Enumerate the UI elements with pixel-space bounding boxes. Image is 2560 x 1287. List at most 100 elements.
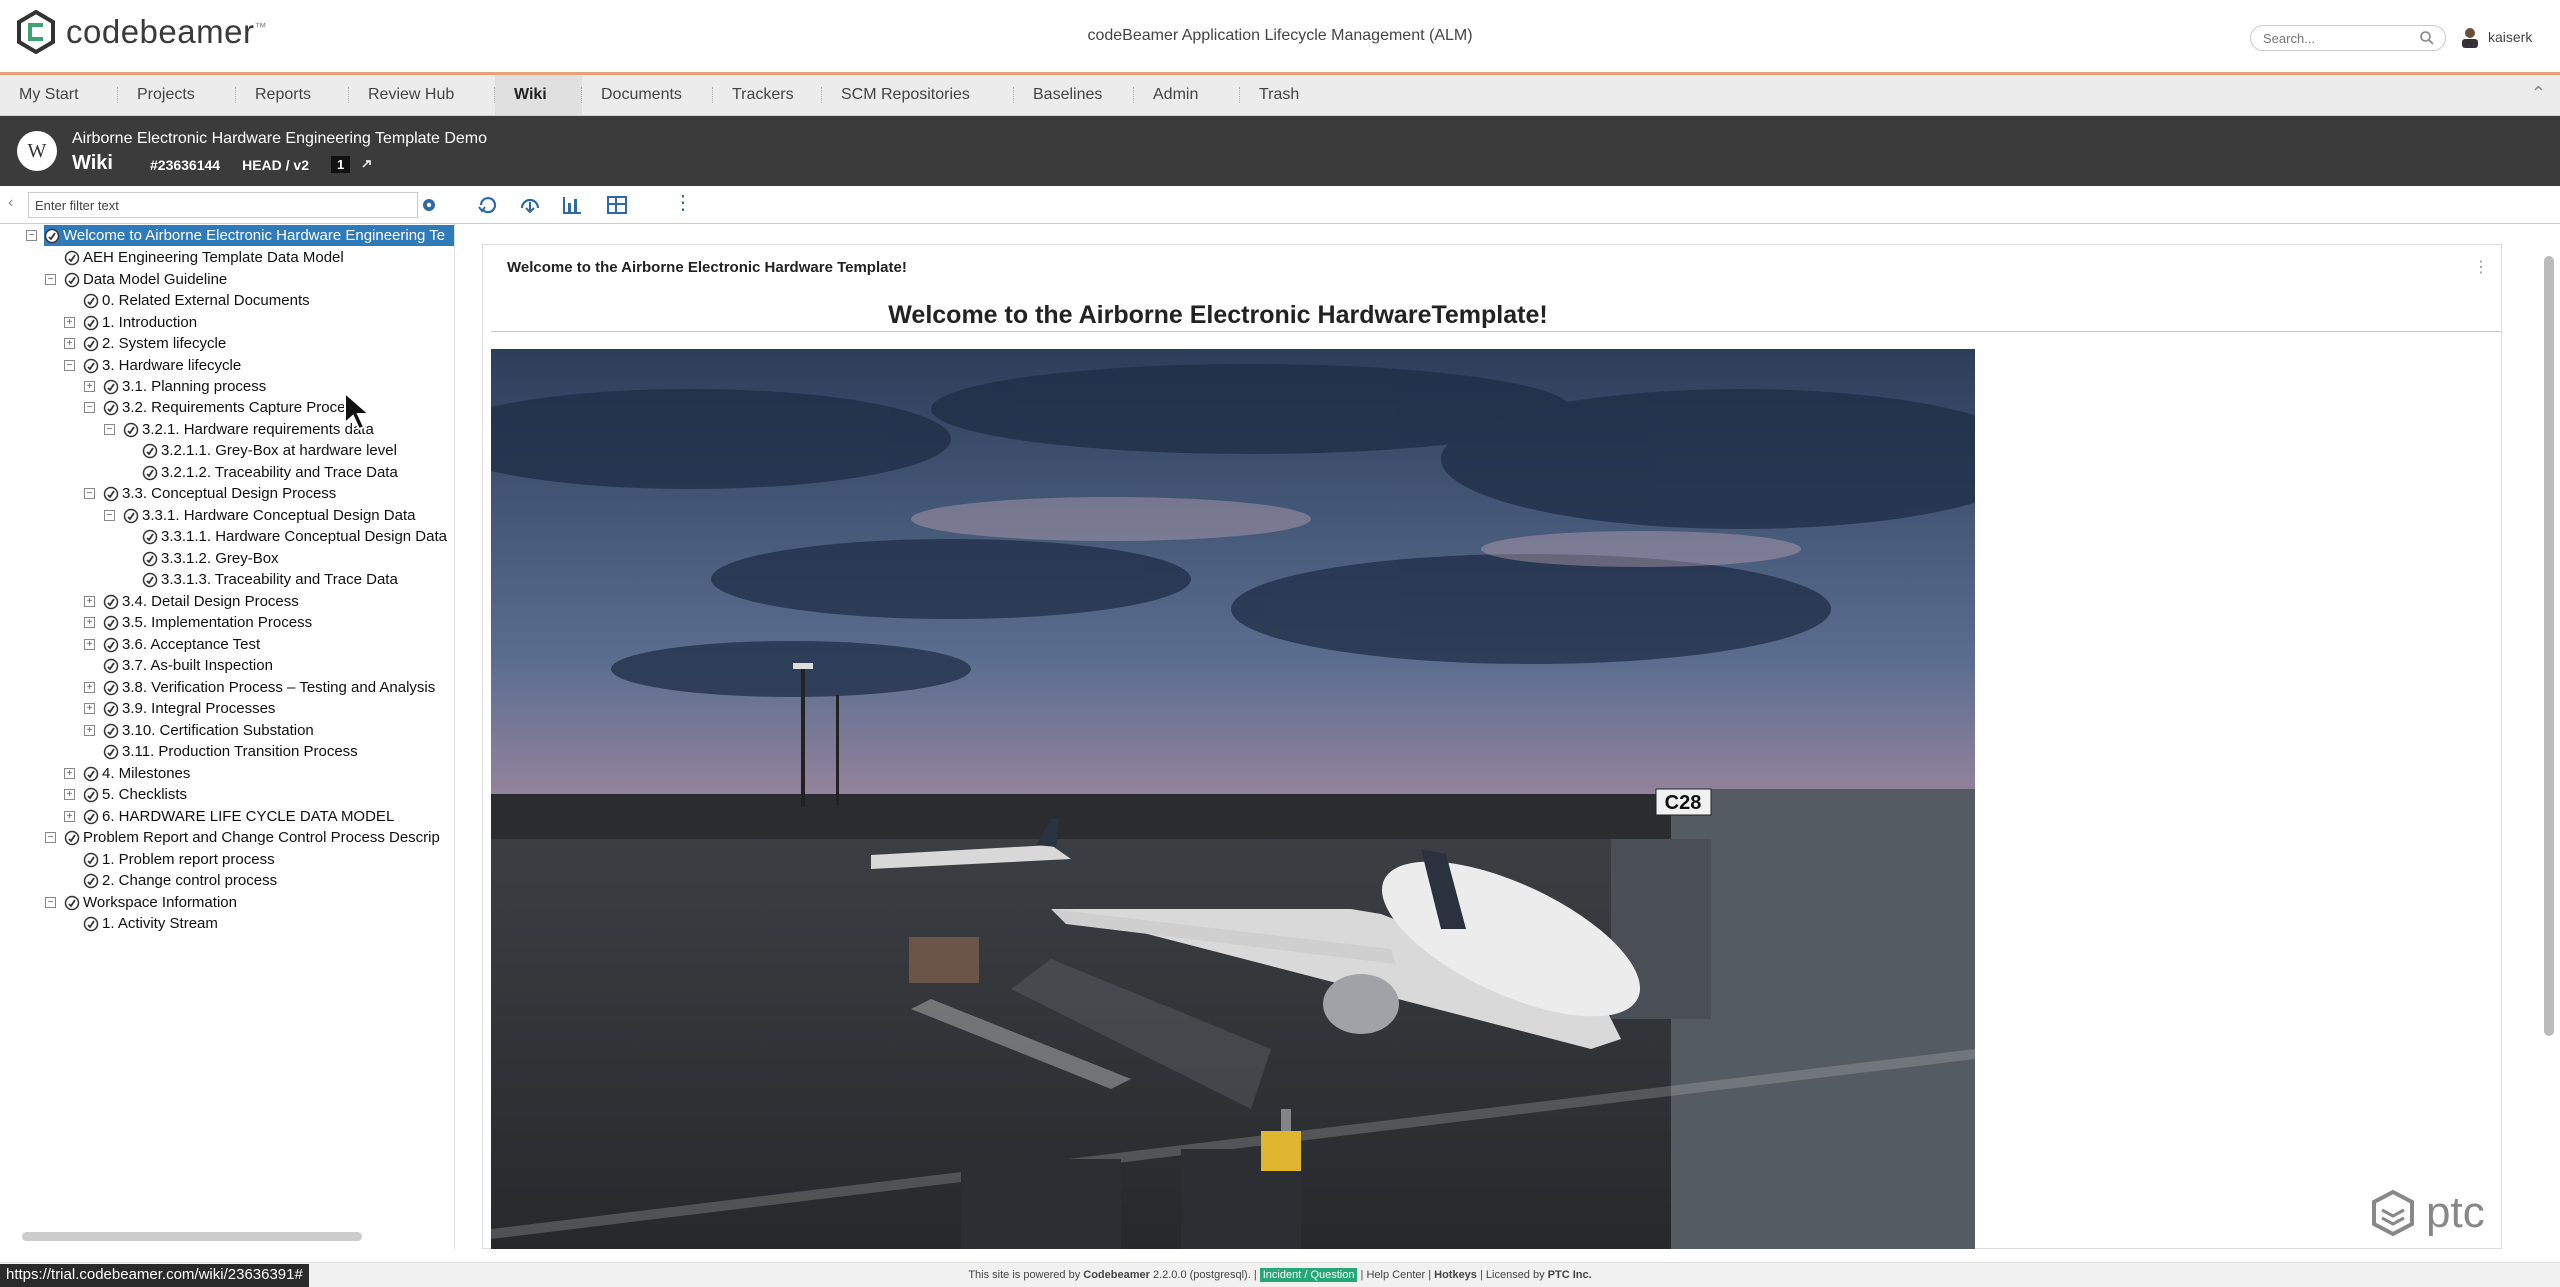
tree-node[interactable]: 0. Related External Documents [83, 290, 310, 311]
tree-node[interactable]: 4. Milestones [83, 763, 190, 784]
tree-node[interactable]: 3.3.1. Hardware Conceptual Design Data [123, 505, 416, 526]
tab-trackers[interactable]: Trackers [713, 75, 822, 115]
tree-node[interactable]: 3.10. Certification Substation [103, 720, 314, 741]
project-name[interactable]: Airborne Electronic Hardware Engineering… [72, 130, 487, 148]
incident-link[interactable]: Incident / Question [1259, 1268, 1358, 1282]
wiki-page-icon [83, 787, 99, 803]
collapse-toggle[interactable]: − [104, 510, 115, 521]
tab-baselines[interactable]: Baselines [1014, 75, 1134, 115]
tab-wiki[interactable]: Wiki [495, 75, 582, 115]
tree-node[interactable]: 6. HARDWARE LIFE CYCLE DATA MODEL [83, 806, 394, 827]
tree-node[interactable]: 1. Introduction [83, 312, 197, 333]
expand-toggle[interactable]: + [84, 703, 95, 714]
top-bar: codebeamer™ codeBeamer Application Lifec… [0, 0, 2560, 72]
tree-node[interactable]: Problem Report and Change Control Proces… [64, 827, 440, 848]
chart-icon[interactable] [560, 194, 584, 216]
more-options-icon[interactable]: ⋮ [673, 190, 693, 215]
expand-toggle[interactable]: + [64, 789, 75, 800]
wiki-page-icon [103, 615, 119, 631]
expand-toggle[interactable]: + [84, 596, 95, 607]
tree-node[interactable]: 3. Hardware lifecycle [83, 355, 241, 376]
collapse-nav-button[interactable]: ⌃ [2531, 83, 2546, 104]
tree-node[interactable]: 3.1. Planning process [103, 376, 266, 397]
page-version[interactable]: HEAD / v2 [242, 157, 309, 173]
tree-node[interactable]: 3.9. Integral Processes [103, 698, 275, 719]
tree-node[interactable]: Workspace Information [64, 892, 237, 913]
tab-scm-repositories[interactable]: SCM Repositories [822, 75, 1014, 115]
tab-admin[interactable]: Admin [1134, 75, 1240, 115]
expand-toggle[interactable]: + [64, 811, 75, 822]
expand-toggle[interactable]: + [64, 338, 75, 349]
collapse-panel-icon[interactable]: ‹ [8, 194, 13, 212]
tree-node[interactable]: 1. Activity Stream [83, 913, 218, 934]
tree-node[interactable]: 3.3.1.3. Traceability and Trace Data [142, 569, 398, 590]
expand-toggle[interactable]: + [64, 768, 75, 779]
status-bar-url: https://trial.codebeamer.com/wiki/236363… [0, 1264, 309, 1287]
wiki-page-icon [83, 809, 99, 825]
wiki-page-icon [83, 358, 99, 374]
tree-node[interactable]: 3.11. Production Transition Process [103, 741, 358, 762]
tree-node[interactable]: 3.5. Implementation Process [103, 612, 312, 633]
collapse-toggle[interactable]: − [45, 274, 56, 285]
tree-node[interactable]: 3.2. Requirements Capture Process [103, 397, 360, 418]
expand-toggle[interactable]: + [84, 381, 95, 392]
tab-documents[interactable]: Documents [582, 75, 713, 115]
collapse-toggle[interactable]: − [84, 488, 95, 499]
tree-node[interactable]: 3.2.1.1. Grey-Box at hardware level [142, 440, 397, 461]
tree-node[interactable]: 3.8. Verification Process – Testing and … [103, 677, 435, 698]
collapse-toggle[interactable]: − [26, 230, 37, 241]
expand-toggle[interactable]: + [84, 617, 95, 628]
expand-toggle[interactable]: + [84, 725, 95, 736]
search-icon[interactable] [2419, 30, 2435, 46]
hotkeys-link[interactable]: Hotkeys [1434, 1269, 1477, 1281]
tree-node[interactable]: 3.3. Conceptual Design Process [103, 483, 336, 504]
tree-node[interactable]: 3.3.1.2. Grey-Box [142, 548, 279, 569]
tab-trash[interactable]: Trash [1240, 75, 1336, 115]
tree-filter-input[interactable]: Enter filter text [28, 192, 418, 218]
wiki-page-icon [142, 443, 158, 459]
tab-reports[interactable]: Reports [236, 75, 349, 115]
tree-horizontal-scrollbar[interactable] [22, 1232, 362, 1241]
collapse-toggle[interactable]: − [45, 832, 56, 843]
tree-node[interactable]: 2. Change control process [83, 870, 277, 891]
wiki-page-icon [103, 637, 119, 653]
gear-icon[interactable] [420, 196, 438, 214]
tree-node[interactable]: 5. Checklists [83, 784, 187, 805]
collapse-toggle[interactable]: − [104, 424, 115, 435]
tree-node[interactable]: 3.7. As-built Inspection [103, 655, 273, 676]
tree-node[interactable]: 3.2.1. Hardware requirements data [123, 419, 374, 440]
collapse-toggle[interactable]: − [64, 360, 75, 371]
tree-node[interactable]: 3.4. Detail Design Process [103, 591, 299, 612]
collapse-toggle[interactable]: − [45, 897, 56, 908]
wiki-page-icon [83, 336, 99, 352]
tree-node-welcome[interactable]: Welcome to Airborne Electronic Hardware … [44, 225, 454, 246]
sync-icon[interactable] [518, 194, 542, 216]
section-label: Wiki [72, 152, 113, 174]
wiki-page-icon [64, 895, 80, 911]
tree-node[interactable]: AEH Engineering Template Data Model [64, 247, 344, 268]
layout-icon[interactable] [605, 194, 629, 216]
tree-node[interactable]: 2. System lifecycle [83, 333, 226, 354]
tree-node[interactable]: Data Model Guideline [64, 269, 227, 290]
airport-photo: C28 [491, 349, 1975, 1249]
tree-node[interactable]: 3.2.1.2. Traceability and Trace Data [142, 462, 398, 483]
tree-node[interactable]: 3.3.1.1. Hardware Conceptual Design Data [142, 526, 447, 547]
app-title: codeBeamer Application Lifecycle Managem… [1087, 27, 1473, 44]
expand-toggle[interactable]: + [84, 639, 95, 650]
tab-projects[interactable]: Projects [118, 75, 236, 115]
user-menu[interactable]: kaiserk [2460, 26, 2532, 48]
tab-my-start[interactable]: My Start [0, 75, 118, 115]
expand-toggle[interactable]: + [64, 317, 75, 328]
link-icon[interactable] [360, 158, 374, 172]
expand-toggle[interactable]: + [84, 682, 95, 693]
refresh-icon[interactable] [476, 194, 500, 216]
tree-node[interactable]: 3.6. Acceptance Test [103, 634, 260, 655]
search-input[interactable]: Search... [2250, 25, 2446, 51]
collapse-toggle[interactable]: − [84, 402, 95, 413]
content-vertical-scrollbar[interactable] [2544, 256, 2554, 1036]
wiki-page-icon [103, 594, 119, 610]
page-actions-icon[interactable]: ⋮ [2473, 257, 2489, 277]
tab-review-hub[interactable]: Review Hub [349, 75, 495, 115]
divider [491, 331, 2501, 332]
tree-node[interactable]: 1. Problem report process [83, 849, 275, 870]
